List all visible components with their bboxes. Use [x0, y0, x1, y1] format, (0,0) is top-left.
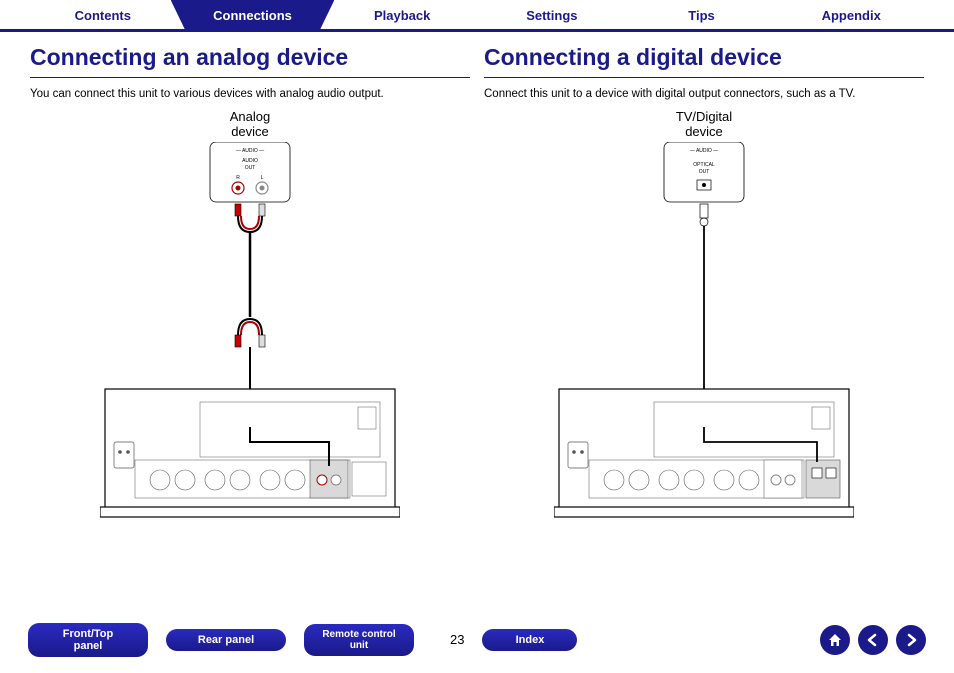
- svg-text:R: R: [236, 175, 240, 181]
- top-nav-tabs: Contents Connections Playback Settings T…: [0, 0, 954, 32]
- main-content: Connecting an analog device You can conn…: [0, 32, 954, 542]
- svg-text:OUT: OUT: [245, 165, 256, 171]
- svg-text:AUDIO: AUDIO: [242, 158, 258, 164]
- svg-text:— AUDIO —: — AUDIO —: [690, 148, 718, 154]
- heading-analog: Connecting an analog device: [30, 44, 470, 78]
- column-digital: Connecting a digital device Connect this…: [484, 44, 924, 542]
- svg-text:L: L: [261, 175, 264, 181]
- btn-front-top-panel[interactable]: Front/Toppanel: [28, 623, 148, 657]
- digital-diagram-svg: — AUDIO — OPTICAL OUT: [554, 142, 854, 542]
- svg-text:OUT: OUT: [699, 169, 710, 175]
- analog-diagram-svg: — AUDIO — AUDIO OUT R L: [100, 142, 400, 542]
- analog-device-label: Analogdevice: [230, 110, 270, 140]
- btn-index[interactable]: Index: [482, 629, 577, 651]
- diagram-analog: Analogdevice — AUDIO — AUDIO OUT R L: [30, 110, 470, 542]
- home-icon[interactable]: [820, 625, 850, 655]
- desc-analog: You can connect this unit to various dev…: [30, 88, 470, 100]
- next-page-icon[interactable]: [896, 625, 926, 655]
- prev-page-icon[interactable]: [858, 625, 888, 655]
- digital-device-label: TV/Digitaldevice: [676, 110, 732, 140]
- tab-settings[interactable]: Settings: [470, 0, 634, 29]
- column-analog: Connecting an analog device You can conn…: [30, 44, 470, 542]
- bottom-bar: Front/Toppanel Rear panel Remote control…: [0, 623, 954, 657]
- btn-rear-panel[interactable]: Rear panel: [166, 629, 286, 651]
- desc-digital: Connect this unit to a device with digit…: [484, 88, 924, 100]
- tab-playback[interactable]: Playback: [320, 0, 484, 29]
- btn-remote-control-unit[interactable]: Remote controlunit: [304, 624, 414, 656]
- tab-connections[interactable]: Connections: [171, 0, 335, 29]
- tab-contents[interactable]: Contents: [21, 0, 185, 29]
- page-number: 23: [450, 632, 464, 647]
- diagram-digital: TV/Digitaldevice — AUDIO — OPTICAL OUT: [484, 110, 924, 542]
- nav-icons: [820, 625, 926, 655]
- svg-text:OPTICAL: OPTICAL: [693, 162, 715, 168]
- tab-appendix[interactable]: Appendix: [769, 0, 933, 29]
- heading-digital: Connecting a digital device: [484, 44, 924, 78]
- tab-tips[interactable]: Tips: [620, 0, 784, 29]
- svg-text:— AUDIO —: — AUDIO —: [236, 148, 264, 154]
